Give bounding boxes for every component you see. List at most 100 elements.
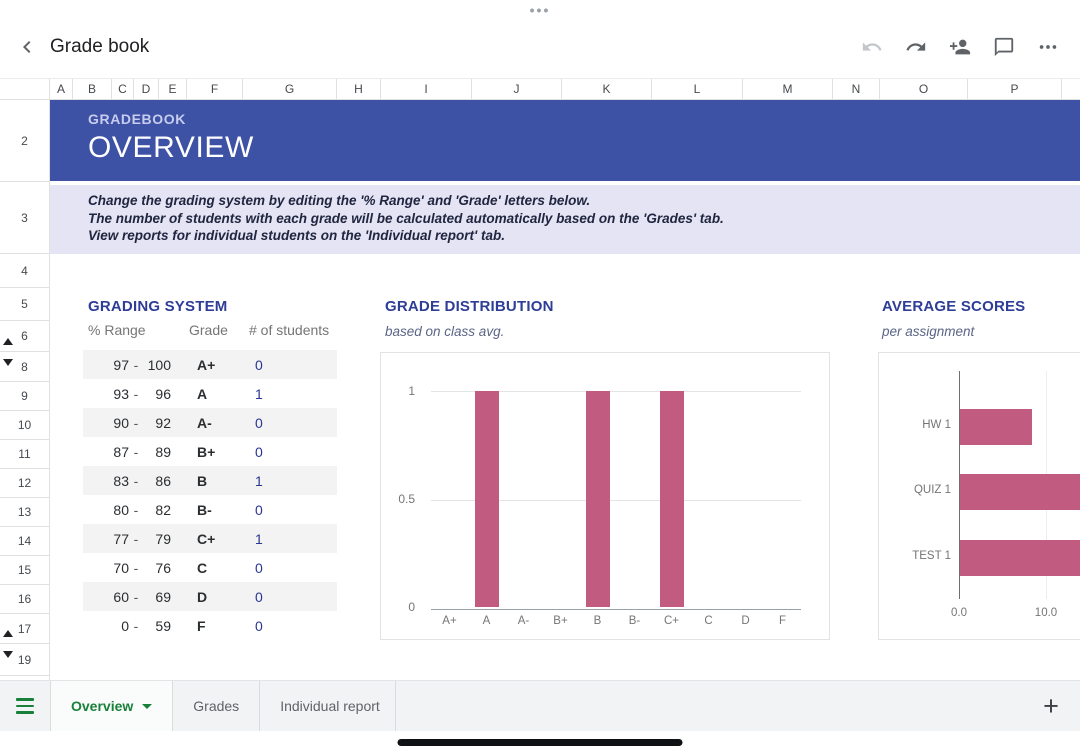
y-tick-0: 0 [408, 600, 415, 614]
column-header-B[interactable]: B [73, 79, 112, 99]
column-header-P[interactable]: P [968, 79, 1062, 99]
distribution-column-D [727, 391, 764, 607]
add-sheet-button[interactable]: + [1022, 681, 1080, 731]
average-scores-subtitle: per assignment [882, 324, 974, 339]
column-header-A[interactable]: A [50, 79, 73, 99]
sheet-tab-overview[interactable]: Overview [50, 681, 173, 731]
grading-table: 97-100A+093-96A190-92A-087-89B+083-86B18… [83, 350, 337, 640]
undo-button[interactable] [850, 25, 894, 69]
column-header-K[interactable]: K [562, 79, 652, 99]
range-from: 97 [91, 357, 129, 373]
grading-col-range: % Range [88, 322, 146, 338]
range-dash: - [129, 473, 143, 489]
row-header-2[interactable]: 2 [0, 100, 49, 182]
grading-row-C[interactable]: 70-76C0 [83, 553, 337, 582]
grading-row-B+[interactable]: 87-89B+0 [83, 437, 337, 466]
instruction-line: View reports for individual students on … [88, 227, 1080, 245]
overflow-menu-button[interactable] [1026, 25, 1070, 69]
sheet-tabs: OverviewGradesIndividual report [50, 681, 396, 731]
grade-distribution-chart[interactable]: 10.50 A+AA-B+BB-C+CDF [380, 352, 830, 640]
range-to: 59 [143, 618, 171, 634]
x-label-B: B [579, 615, 616, 631]
document-title[interactable]: Grade book [50, 36, 149, 58]
grading-row-A+[interactable]: 97-100A+0 [83, 350, 337, 379]
column-header-N[interactable]: N [833, 79, 880, 99]
row-header-17[interactable]: 17 [0, 614, 49, 644]
sheet-tab-grades[interactable]: Grades [173, 681, 260, 731]
student-count: 1 [255, 386, 263, 402]
column-header-G[interactable]: G [243, 79, 337, 99]
row-header-6[interactable]: 6 [0, 321, 49, 352]
grade-letter: B+ [197, 444, 227, 460]
x-tick-10: 10.0 [1028, 607, 1064, 619]
row-header-11[interactable]: 11 [0, 440, 49, 469]
column-header-L[interactable]: L [652, 79, 743, 99]
row-header-15[interactable]: 15 [0, 556, 49, 585]
grading-row-D[interactable]: 60-69D0 [83, 582, 337, 611]
row-header-13[interactable]: 13 [0, 498, 49, 527]
comments-button[interactable] [982, 25, 1026, 69]
sheet-tab-individual-report[interactable]: Individual report [260, 681, 396, 731]
column-header-J[interactable]: J [472, 79, 562, 99]
column-header-I[interactable]: I [381, 79, 472, 99]
row-header-12[interactable]: 12 [0, 469, 49, 498]
unhide-rows-down-icon[interactable] [3, 359, 13, 366]
grading-row-C+[interactable]: 77-79C+1 [83, 524, 337, 553]
redo-button[interactable] [894, 25, 938, 69]
distribution-subtitle: based on class avg. [385, 324, 504, 339]
column-header-F[interactable]: F [187, 79, 243, 99]
range-from: 87 [91, 444, 129, 460]
row-header-10[interactable]: 10 [0, 411, 49, 440]
range-from: 60 [91, 589, 129, 605]
row-header-9[interactable]: 9 [0, 382, 49, 411]
app-bar: Grade book [0, 20, 1080, 74]
row-header-4[interactable]: 4 [0, 254, 49, 288]
grading-row-B-[interactable]: 80-82B-0 [83, 495, 337, 524]
column-header-C[interactable]: C [112, 79, 134, 99]
range-to: 69 [143, 589, 171, 605]
column-header-E[interactable]: E [159, 79, 187, 99]
y-tick-1: 1 [408, 384, 415, 398]
spreadsheet-canvas[interactable]: GRADEBOOK OVERVIEW Change the grading sy… [50, 100, 1080, 680]
row-header-5[interactable]: 5 [0, 288, 49, 321]
column-header-H[interactable]: H [337, 79, 381, 99]
all-sheets-button[interactable] [0, 681, 50, 731]
caret-down-icon [142, 704, 152, 709]
instruction-line: The number of students with each grade w… [88, 210, 1080, 228]
column-header-O[interactable]: O [880, 79, 968, 99]
range-dash: - [129, 531, 143, 547]
range-from: 83 [91, 473, 129, 489]
undo-icon [861, 36, 883, 58]
column-header-D[interactable]: D [134, 79, 159, 99]
home-indicator[interactable] [398, 739, 683, 746]
grade-letter: A+ [197, 357, 227, 373]
column-header-M[interactable]: M [743, 79, 833, 99]
unhide-rows-up-icon[interactable] [3, 338, 13, 345]
range-from: 0 [91, 618, 129, 634]
student-count: 0 [255, 444, 263, 460]
average-scores-chart[interactable]: HW 1QUIZ 1TEST 1 0.0 10.0 [878, 352, 1080, 640]
grading-row-A-[interactable]: 90-92A-0 [83, 408, 337, 437]
row-header-16[interactable]: 16 [0, 585, 49, 614]
distribution-xlabels: A+AA-B+BB-C+CDF [431, 615, 801, 631]
x-label-A-: A- [505, 615, 542, 631]
range-dash: - [129, 357, 143, 373]
grading-row-A[interactable]: 93-96A1 [83, 379, 337, 408]
distribution-column-F [764, 391, 801, 607]
hamburger-icon [16, 698, 34, 701]
spreadsheet-grid: ABCDEFGHIJKLMNOP 23456891011121314151617… [0, 78, 1080, 680]
student-count: 0 [255, 560, 263, 576]
grading-row-B[interactable]: 83-86B1 [83, 466, 337, 495]
row-header-8[interactable]: 8 [0, 352, 49, 382]
unhide-rows-up-icon[interactable] [3, 630, 13, 637]
grading-row-F[interactable]: 0-59F0 [83, 611, 337, 640]
row-header-3[interactable]: 3 [0, 182, 49, 254]
select-all-corner[interactable] [0, 78, 50, 100]
unhide-rows-down-icon[interactable] [3, 651, 13, 658]
x-label-F: F [764, 615, 801, 631]
row-header-19[interactable]: 19 [0, 644, 49, 676]
row-header-14[interactable]: 14 [0, 527, 49, 556]
back-button[interactable] [4, 24, 50, 70]
person-add-icon [949, 36, 971, 58]
share-button[interactable] [938, 25, 982, 69]
